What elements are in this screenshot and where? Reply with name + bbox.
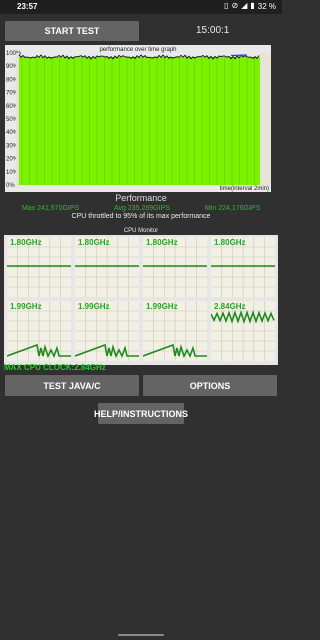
mute-icon: ⊘ xyxy=(231,1,239,10)
cpu-core-graph: 1.99GHz xyxy=(6,301,71,361)
cpu-core-frequency: 1.80GHz xyxy=(78,238,110,247)
start-test-button[interactable]: START TEST xyxy=(5,21,139,41)
vibrate-icon: ▯ xyxy=(224,1,229,10)
performance-min: Min 224,176GIPS xyxy=(205,205,261,212)
throttle-message: CPU throttled to 95% of its max performa… xyxy=(71,213,211,220)
cpu-core-graph: 1.80GHz xyxy=(143,237,207,297)
cpu-core-frequency: 1.80GHz xyxy=(146,238,178,247)
cpu-monitor-panel: 1.80GHz 1.80GHz 1.80GHz 1.80GHz 1.99GHz … xyxy=(4,235,278,365)
cpu-core-frequency: 2.84GHz xyxy=(214,302,246,311)
performance-section-title: Performance xyxy=(115,193,167,203)
x-axis-label: time(interval 2min) xyxy=(220,186,269,192)
cpu-core-graph: 1.80GHz xyxy=(7,237,71,297)
cpu-core-graph: 1.80GHz xyxy=(75,237,139,297)
performance-graph-svg: performance over time graph 100%90%80%70… xyxy=(5,45,271,192)
wifi-icon: ◢ xyxy=(241,1,248,10)
cpu-core-frequency: 1.99GHz xyxy=(146,302,178,311)
performance-max: Max 241,570GIPS xyxy=(22,205,80,212)
max-cpu-clock: MAX CPU CLOCK:2.84GHz xyxy=(4,363,106,372)
test-timer: 15:00:1 xyxy=(196,25,230,36)
cpu-core-graph: 2.84GHz xyxy=(210,301,275,361)
test-java-c-button[interactable]: TEST JAVA/C xyxy=(5,375,139,396)
performance-avg: Avg 235,289GIPS xyxy=(114,205,170,212)
cpu-core-frequency: 1.99GHz xyxy=(78,302,110,311)
cpu-core-frequency: 1.99GHz xyxy=(10,302,42,311)
graph-empty-area xyxy=(260,53,271,185)
performance-dip-line xyxy=(230,54,248,57)
graph-title: performance over time graph xyxy=(99,47,176,53)
performance-fill xyxy=(19,56,260,186)
cpu-core-frequency: 1.80GHz xyxy=(214,238,246,247)
help-instructions-button[interactable]: HELP/INSTRUCTIONS xyxy=(94,403,188,424)
gesture-nav-handle[interactable] xyxy=(118,634,164,636)
cpu-monitor-title: CPU Monitor xyxy=(123,228,159,234)
status-time: 23:57 xyxy=(17,2,38,11)
battery-icon: ▮ xyxy=(250,1,255,10)
performance-graph: performance over time graph 100% 90% 80% 70… xyxy=(5,45,271,192)
left-gutter xyxy=(16,53,19,185)
cpu-core-frequency: 1.80GHz xyxy=(10,238,42,247)
options-button[interactable]: OPTIONS xyxy=(143,375,277,396)
y-tick-label: 0% xyxy=(6,183,15,189)
performance-area xyxy=(19,56,260,186)
battery-level: 32 % xyxy=(257,1,276,11)
cpu-core-graph: 1.99GHz xyxy=(142,301,207,361)
cpu-core-graph: 1.80GHz xyxy=(211,237,275,297)
status-bar: 23:57 ▯ ⊘ ◢ ▮ 32 % xyxy=(0,0,282,14)
status-icons: ▯ ⊘ ◢ ▮ 32 % xyxy=(224,1,276,11)
cpu-core-graph: 1.99GHz xyxy=(74,301,139,361)
